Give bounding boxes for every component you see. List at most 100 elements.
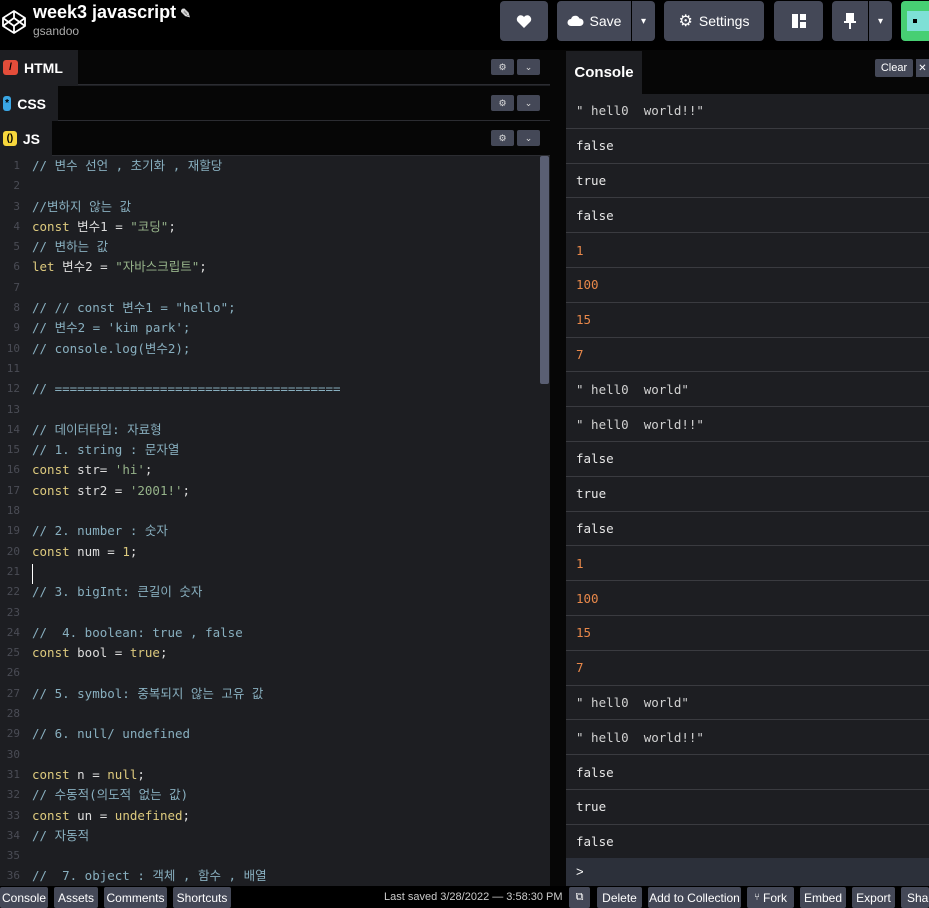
line-number: 6 [13,260,20,274]
code-line[interactable]: 36 // 7. object : 객체 , 함수 , 배열 [0,866,550,886]
code-text: // 7. object : 객체 , 함수 , 배열 [32,868,267,884]
code-line[interactable]: 11 [0,359,550,379]
code-line[interactable]: 16 const str= 'hi'; [0,460,550,480]
css-settings-button[interactable]: ⚙ [491,95,514,111]
codepen-logo-icon[interactable] [0,8,28,36]
code-line[interactable]: 12 // ===================================… [0,379,550,399]
line-number: 17 [6,483,20,497]
code-line[interactable]: 25 const bool = true; [0,643,550,663]
code-line[interactable]: 32 // 수동적(의도적 없는 값) [0,785,550,805]
tab-html[interactable]: / HTML [0,50,78,85]
code-line[interactable]: 9 // 변수2 = 'kim park'; [0,318,550,338]
code-line[interactable]: 15 // 1. string : 문자열 [0,440,550,460]
save-button[interactable]: Save [557,1,631,41]
gear-icon: ⚙ [498,97,507,108]
code-token: const [32,645,78,661]
css-tab-label: CSS [17,95,46,112]
console-button[interactable]: Console [0,887,48,908]
js-settings-button[interactable]: ⚙ [491,130,514,146]
line-number: 25 [6,646,20,660]
chevron-down-icon: ⌄ [524,132,533,143]
code-line[interactable]: 17 const str2 = '2001!'; [0,481,550,501]
code-line[interactable]: 24 // 4. boolean: true , false [0,623,550,643]
code-line[interactable]: 4 const 변수1 = "코딩"; [0,217,550,237]
js-collapse-button[interactable]: ⌄ [517,130,540,146]
code-line[interactable]: 5 // 변하는 값 [0,237,550,257]
line-number: 18 [6,504,20,518]
pin-button[interactable] [832,1,868,41]
code-line[interactable]: 28 [0,704,550,724]
html-settings-button[interactable]: ⚙ [491,59,514,75]
css-collapse-button[interactable]: ⌄ [517,95,540,111]
tab-js[interactable]: () JS [0,121,52,156]
layout-button[interactable] [774,1,823,41]
pen-title[interactable]: week3 javascript ✎ [33,2,191,23]
editor-scrollbar[interactable] [540,156,549,384]
code-line[interactable]: 26 [0,663,550,683]
code-line[interactable]: 19 // 2. number : 숫자 [0,521,550,541]
resize-divider[interactable] [550,50,566,886]
export-button[interactable]: Export [852,887,895,908]
code-line[interactable]: 8 // // const 변수1 = "hello"; [0,298,550,318]
tab-css[interactable]: * CSS [0,86,58,121]
code-line[interactable]: 13 [0,400,550,420]
code-line[interactable]: 10 // console.log(변수2); [0,339,550,359]
love-button[interactable] [500,1,548,41]
footer: Console Assets Comments Shortcuts Last s… [0,886,929,908]
shortcuts-button[interactable]: Shortcuts [173,887,231,908]
code-line[interactable]: 2 [0,176,550,196]
code-token: bool = [77,645,130,661]
code-line[interactable]: 22 // 3. bigInt: 큰길이 숫자 [0,582,550,602]
code-line[interactable]: 1 // 변수 선언 , 초기화 , 재할당 [0,156,550,176]
tab-console[interactable]: Console [566,51,642,94]
avatar[interactable] [901,1,929,41]
pencil-icon[interactable]: ✎ [180,6,191,21]
comments-button[interactable]: Comments [104,887,167,908]
share-button[interactable]: Shar [901,887,929,908]
code-line[interactable]: 18 [0,501,550,521]
js-code-editor[interactable]: 1// 변수 선언 , 초기화 , 재할당 2 3//변하지 않는 값 4 const … [0,156,550,886]
fork-button[interactable]: ⑂ Fork [747,887,794,908]
console-log-row: 1 [566,546,929,582]
line-number: 16 [6,463,20,477]
code-line[interactable]: 7 [0,278,550,298]
code-line[interactable]: 35 [0,846,550,866]
code-token: true [129,645,160,661]
code-line[interactable]: 3 //변하지 않는 값 [0,197,550,217]
code-line[interactable]: 31 const n = null; [0,765,550,785]
code-line[interactable]: 33 const un = undefined; [0,806,550,826]
code-line[interactable]: 30 [0,745,550,765]
heart-icon [516,14,532,28]
clear-button[interactable]: Clear [875,59,913,77]
line-number: 9 [13,321,20,335]
html-collapse-button[interactable]: ⌄ [517,59,540,75]
console-log-value: " hell0 world" [576,381,689,397]
code-line[interactable]: 21 [0,562,550,582]
console-log-row: 7 [566,338,929,373]
code-line[interactable]: 6 let 변수2 = "자바스크립트"; [0,257,550,277]
assets-button[interactable]: Assets [54,887,98,908]
console-log-row: 7 [566,651,929,686]
code-line[interactable]: 23 [0,603,550,623]
delete-button[interactable]: Delete [597,887,642,908]
embed-button[interactable]: Embed [800,887,846,908]
console-log-value: 7 [576,346,584,362]
pin-dropdown-button[interactable]: ▾ [869,1,892,41]
code-line[interactable]: 20 const num = 1; [0,542,550,562]
save-dropdown-button[interactable]: ▾ [632,1,655,41]
code-line[interactable]: 27 // 5. symbol: 중복되지 않는 고유 값 [0,684,550,704]
code-line[interactable]: 29 // 6. null/ undefined [0,724,550,744]
code-line[interactable]: 34 // 자동적 [0,826,550,846]
code-token: let [32,259,63,275]
author-name[interactable]: gsandoo [33,24,79,38]
open-external-button[interactable]: ⧉ [569,887,590,908]
code-text: const bool = true; [32,643,167,663]
code-token: const [32,766,78,782]
console-log-row: " hell0 world!!" [566,407,929,442]
close-icon[interactable]: ✕ [916,59,929,77]
code-line[interactable]: 14 // 데이터타입: 자료형 [0,420,550,440]
console-log-row: false [566,129,929,164]
console-input[interactable]: > [566,858,929,886]
add-to-collection-button[interactable]: Add to Collection [648,887,741,908]
settings-button[interactable]: ⚙ Settings [664,1,764,41]
